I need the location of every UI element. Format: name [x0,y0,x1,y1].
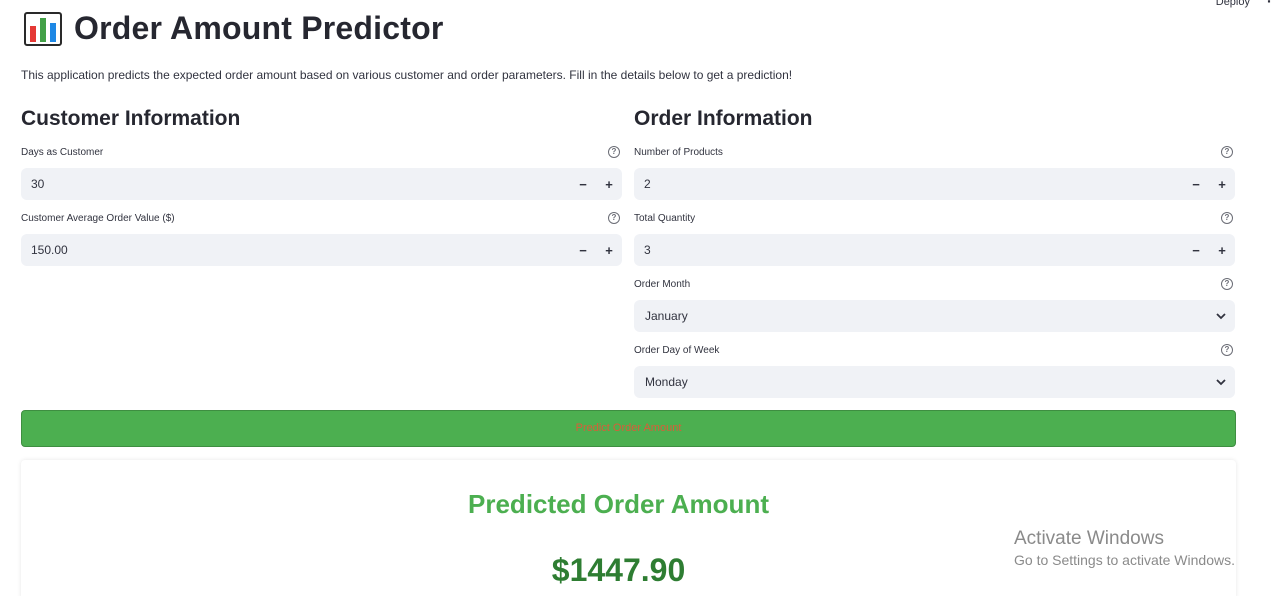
total-quantity-input[interactable]: 3 − + [634,234,1235,266]
customer-section: Customer Information Days as Customer ? … [21,104,622,266]
decrement-button[interactable]: − [570,177,596,192]
order-section: Order Information Number of Products ? 2… [634,104,1235,398]
order-month-label: Order Month [634,278,691,290]
increment-button[interactable]: + [1209,177,1235,192]
chevron-down-icon[interactable] [1207,378,1235,386]
intro-text: This application predicts the expected o… [21,68,793,82]
main-menu-icon[interactable]: ⋮ [1263,0,1275,4]
days-as-customer-input[interactable]: 30 − + [21,168,622,200]
total-quantity-label: Total Quantity [634,212,696,224]
help-icon[interactable]: ? [1221,146,1233,158]
order-heading: Order Information [634,107,813,130]
order-month-select[interactable]: January [634,300,1235,332]
days-as-customer-field: Days as Customer ? 30 − + [21,144,622,200]
title-text: Order Amount Predictor [74,10,444,46]
total-quantity-field: Total Quantity ? 3 − + [634,210,1235,266]
increment-button[interactable]: + [596,177,622,192]
predict-order-amount-button[interactable]: Predict Order Amount [21,410,1236,447]
days-as-customer-label: Days as Customer [21,146,104,158]
result-heading: Predicted Order Amount [468,489,769,519]
number-of-products-field: Number of Products ? 2 − + [634,144,1235,200]
total-quantity-value[interactable]: 3 [644,243,1183,257]
avg-order-value-value[interactable]: 150.00 [31,243,570,257]
decrement-button[interactable]: − [1183,243,1209,258]
watermark-title: Activate Windows [1014,528,1164,549]
number-of-products-input[interactable]: 2 − + [634,168,1235,200]
customer-heading: Customer Information [21,107,241,130]
avg-order-value-field: Customer Average Order Value ($) ? 150.0… [21,210,622,266]
avg-order-value-label: Customer Average Order Value ($) [21,212,175,224]
order-day-of-week-field: Order Day of Week ? Monday [634,342,1235,398]
order-day-of-week-label: Order Day of Week [634,344,720,356]
order-month-value[interactable]: January [645,309,1207,323]
deploy-button[interactable]: Deploy [1216,0,1250,8]
days-as-customer-value[interactable]: 30 [31,177,570,191]
increment-button[interactable]: + [1209,243,1235,258]
help-icon[interactable]: ? [608,146,620,158]
help-icon[interactable]: ? [1221,278,1233,290]
help-icon[interactable]: ? [1221,212,1233,224]
help-icon[interactable]: ? [608,212,620,224]
help-icon[interactable]: ? [1221,344,1233,356]
order-day-of-week-value[interactable]: Monday [645,375,1207,389]
chevron-down-icon[interactable] [1207,312,1235,320]
number-of-products-label: Number of Products [634,146,723,158]
decrement-button[interactable]: − [570,243,596,258]
decrement-button[interactable]: − [1183,177,1209,192]
order-day-of-week-select[interactable]: Monday [634,366,1235,398]
avg-order-value-input[interactable]: 150.00 − + [21,234,622,266]
number-of-products-value[interactable]: 2 [644,177,1183,191]
increment-button[interactable]: + [596,243,622,258]
page-title: Order Amount Predictor [24,10,443,47]
watermark-subtitle: Go to Settings to activate Windows. [1014,552,1235,568]
order-month-field: Order Month ? January [634,276,1235,332]
activate-windows-watermark: Activate Windows Go to Settings to activ… [1014,528,1235,568]
bar-chart-icon [24,11,62,46]
